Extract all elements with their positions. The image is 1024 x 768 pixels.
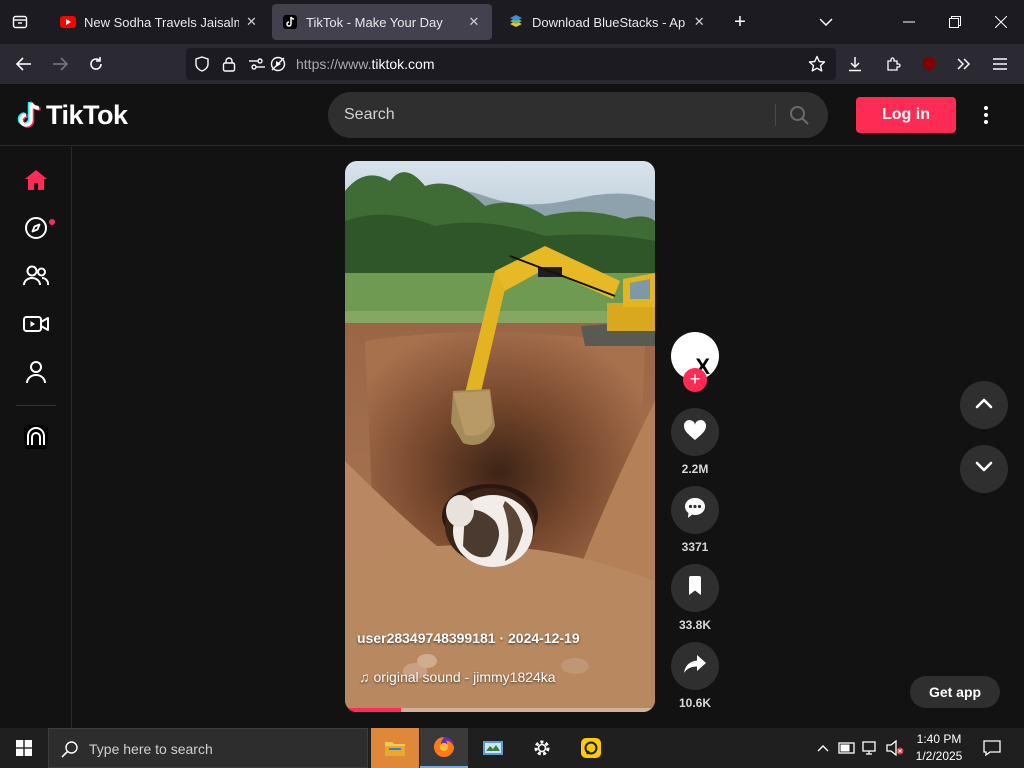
profile-person-icon[interactable]: [20, 356, 52, 388]
video-player[interactable]: user28349748399181 · 2024-12-19 ♫ origina…: [345, 161, 655, 712]
tab-overview-icon[interactable]: [8, 10, 32, 34]
chevron-down-icon: [975, 460, 993, 478]
clock-date: 1/2/2025: [915, 749, 963, 763]
favorite-button[interactable]: [671, 564, 719, 612]
share-arrow-icon: [683, 654, 707, 679]
left-sidebar: [0, 147, 72, 728]
sound-title: original sound - jimmy1824ka: [373, 669, 556, 685]
minimize-window-icon[interactable]: [897, 10, 921, 34]
restore-window-icon[interactable]: [943, 10, 967, 34]
live-video-icon[interactable]: [20, 308, 52, 340]
more-options-kebab-icon[interactable]: [976, 100, 996, 130]
tab-title: Download BlueStacks - App Pla: [532, 14, 686, 30]
pendrive-app-icon[interactable]: [567, 728, 615, 768]
battery-status-icon[interactable]: [837, 738, 857, 758]
extensions-puzzle-icon[interactable]: [881, 52, 905, 76]
control-panel-icon[interactable]: [469, 728, 517, 768]
bluestacks-icon: [508, 14, 524, 30]
search-bar: [328, 92, 828, 138]
tiktok-icon: [282, 14, 298, 30]
explore-compass-icon[interactable]: [20, 212, 52, 244]
ublock-extension-icon[interactable]: [917, 52, 941, 76]
windows-taskbar: Type here to search 1:40 PM 1/2/2025: [0, 728, 1024, 768]
taskbar-search-placeholder: Type here to search: [89, 741, 213, 757]
settings-gear-icon[interactable]: [518, 728, 566, 768]
search-input[interactable]: [344, 92, 774, 138]
chevron-up-icon: [975, 396, 993, 414]
music-note-icon: ♫: [359, 669, 370, 685]
share-count: 10.6K: [678, 696, 712, 710]
login-button[interactable]: Log in: [856, 97, 956, 133]
next-video-button[interactable]: [960, 445, 1008, 493]
downloads-icon[interactable]: [843, 52, 867, 76]
lock-icon[interactable]: [222, 56, 236, 77]
volume-muted-icon[interactable]: [885, 738, 905, 758]
search-icon[interactable]: [789, 105, 809, 130]
search-icon: [61, 740, 79, 763]
explore-notification-dot: [49, 219, 55, 225]
favorite-count: 33.8K: [678, 618, 712, 632]
browser-tab-strip: New Sodha Travels Jaisalmer To ✕ TikTok …: [0, 0, 1024, 44]
notifications-icon[interactable]: [980, 738, 1004, 758]
follow-button[interactable]: +: [683, 368, 707, 392]
reload-icon[interactable]: [84, 52, 108, 76]
comment-count: 3371: [681, 540, 709, 554]
close-tab-icon[interactable]: ✕: [466, 14, 482, 30]
url-scheme: https://www.: [296, 56, 372, 72]
sidebar-divider: [16, 405, 56, 406]
url-text[interactable]: https://www.tiktok.com: [296, 56, 434, 72]
tiktok-logo-icon[interactable]: [15, 100, 43, 135]
like-button[interactable]: [671, 408, 719, 456]
firefox-icon[interactable]: [420, 728, 468, 768]
more-apps-icon[interactable]: [20, 421, 52, 453]
url-host: tiktok.com: [371, 56, 435, 72]
bookmark-star-icon[interactable]: [808, 55, 826, 78]
network-icon[interactable]: [861, 738, 881, 758]
hamburger-menu-icon[interactable]: [988, 52, 1012, 76]
tracking-protection-shield-icon[interactable]: [194, 56, 210, 77]
video-caption[interactable]: user28349748399181 · 2024-12-19: [357, 630, 580, 646]
video-progress-bar[interactable]: [345, 708, 655, 712]
comment-bubble-icon: [683, 496, 707, 525]
tiktok-logo-text[interactable]: TikTok: [46, 100, 128, 131]
video-progress-fill: [345, 708, 401, 712]
clock-time: 1:40 PM: [916, 732, 962, 746]
youtube-icon: [60, 14, 76, 30]
windows-start-icon[interactable]: [0, 728, 48, 768]
like-count: 2.2M: [681, 462, 709, 476]
permissions-icon[interactable]: [248, 56, 266, 77]
autoplay-blocked-icon[interactable]: [270, 56, 286, 77]
share-button[interactable]: [671, 642, 719, 690]
video-sound[interactable]: ♫ original sound - jimmy1824ka: [359, 669, 556, 685]
tiktok-header: TikTok Log in: [0, 84, 1024, 146]
forward-arrow-icon[interactable]: [48, 52, 72, 76]
heart-icon: [683, 419, 707, 446]
following-people-icon[interactable]: [20, 260, 52, 292]
more-tools-chevrons-icon[interactable]: [952, 52, 976, 76]
tab-tiktok[interactable]: TikTok - Make Your Day ✕: [272, 4, 492, 40]
comment-button[interactable]: [671, 486, 719, 534]
system-clock[interactable]: 1:40 PM 1/2/2025: [908, 731, 970, 765]
home-icon[interactable]: [20, 164, 52, 196]
back-arrow-icon[interactable]: [12, 52, 36, 76]
get-app-button[interactable]: Get app: [910, 676, 1000, 708]
close-tab-icon[interactable]: ✕: [245, 14, 258, 30]
show-hidden-icons-chevron-icon[interactable]: [813, 738, 833, 758]
close-window-icon[interactable]: [989, 10, 1013, 34]
bookmark-icon: [687, 575, 703, 601]
new-tab-icon[interactable]: +: [728, 10, 752, 34]
close-tab-icon[interactable]: ✕: [692, 14, 706, 30]
search-divider: [775, 104, 776, 126]
url-bar[interactable]: https://www.tiktok.com: [186, 48, 836, 80]
list-tabs-chevron-icon[interactable]: [814, 10, 838, 34]
tab-title: New Sodha Travels Jaisalmer To: [84, 14, 239, 30]
browser-nav-bar: https://www.tiktok.com 334: [0, 44, 1024, 106]
tab-title: TikTok - Make Your Day: [306, 14, 443, 30]
file-explorer-icon[interactable]: [371, 728, 419, 768]
previous-video-button[interactable]: [960, 381, 1008, 429]
tab-youtube[interactable]: New Sodha Travels Jaisalmer To ✕: [50, 4, 268, 40]
taskbar-search-box[interactable]: Type here to search: [48, 728, 368, 768]
tab-bluestacks[interactable]: Download BlueStacks - App Pla ✕: [498, 4, 716, 40]
